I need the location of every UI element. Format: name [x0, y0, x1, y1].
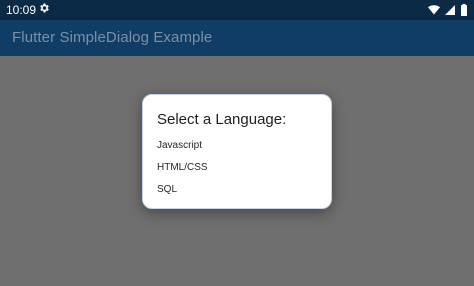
gear-icon — [40, 3, 49, 13]
option-javascript[interactable]: Javascript — [157, 140, 202, 151]
wifi-icon — [428, 5, 440, 15]
dialog-title: Select a Language: — [157, 111, 287, 128]
signal-icon — [445, 5, 455, 15]
battery-icon — [461, 4, 467, 16]
option-sql[interactable]: SQL — [157, 184, 177, 195]
status-icons — [428, 4, 468, 16]
option-html-css[interactable]: HTML/CSS — [157, 162, 208, 173]
simple-dialog: Select a Language: Javascript HTML/CSS S… — [142, 94, 332, 209]
app-title: Flutter SimpleDialog Example — [12, 29, 213, 46]
app-bar: Flutter SimpleDialog Example — [0, 20, 474, 56]
status-bar: 10:09 — [0, 0, 474, 20]
status-time: 10:09 — [6, 3, 37, 17]
